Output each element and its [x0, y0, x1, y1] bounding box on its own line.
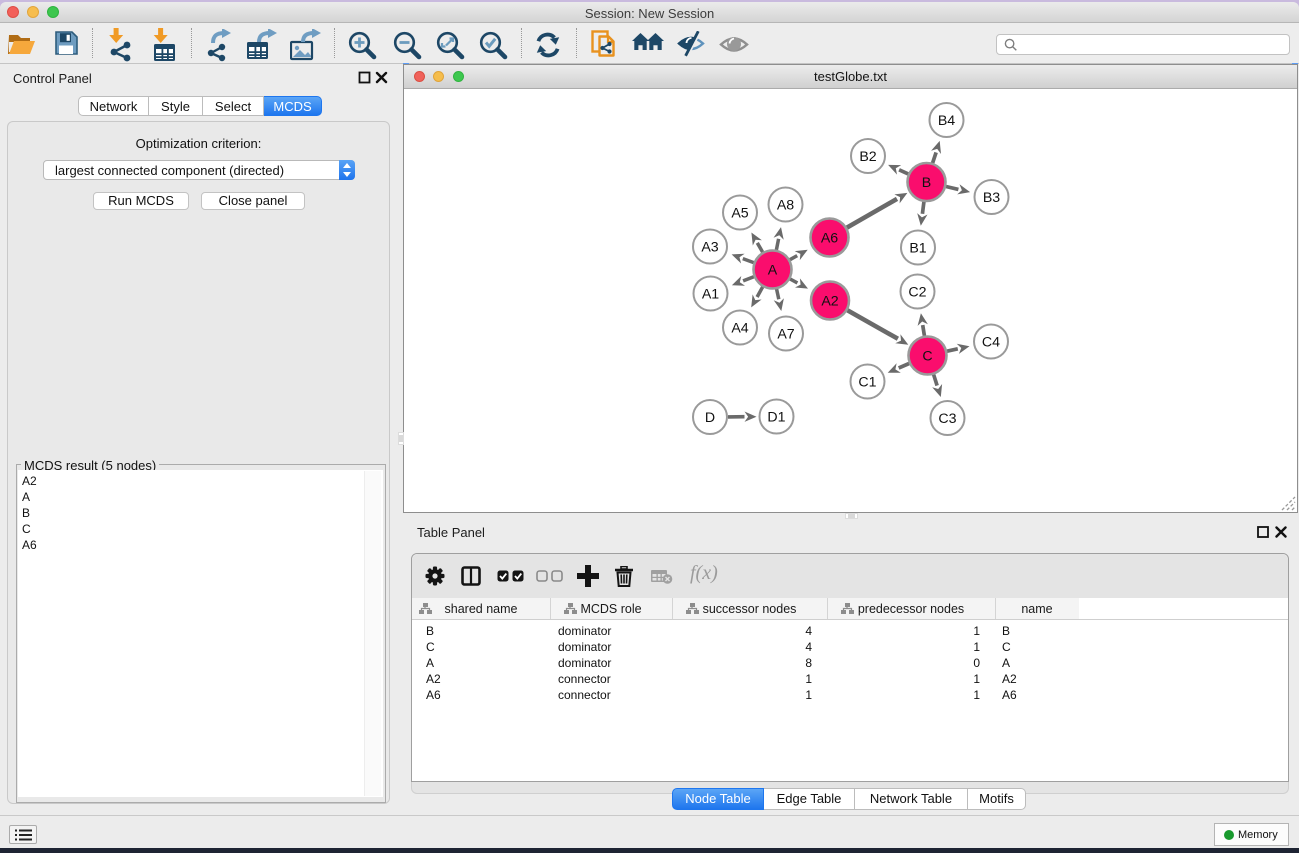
- svg-text:B1: B1: [909, 241, 926, 257]
- svg-text:B: B: [922, 175, 931, 191]
- svg-text:A3: A3: [701, 240, 718, 256]
- svg-text:C3: C3: [938, 411, 956, 427]
- svg-text:C4: C4: [982, 335, 1000, 351]
- svg-text:A8: A8: [777, 198, 794, 214]
- svg-text:C: C: [922, 349, 932, 365]
- svg-text:C2: C2: [908, 285, 926, 301]
- svg-text:C1: C1: [858, 375, 876, 391]
- svg-text:A5: A5: [731, 206, 748, 222]
- svg-text:A7: A7: [777, 327, 794, 343]
- svg-text:A2: A2: [821, 294, 838, 310]
- svg-text:B3: B3: [983, 190, 1000, 206]
- svg-text:A4: A4: [731, 321, 748, 337]
- svg-text:A1: A1: [702, 287, 719, 303]
- svg-text:A: A: [768, 263, 778, 279]
- svg-text:B2: B2: [859, 149, 876, 165]
- svg-text:B4: B4: [938, 113, 955, 129]
- svg-text:A6: A6: [821, 231, 838, 247]
- svg-text:D1: D1: [767, 410, 785, 426]
- svg-text:D: D: [705, 410, 715, 426]
